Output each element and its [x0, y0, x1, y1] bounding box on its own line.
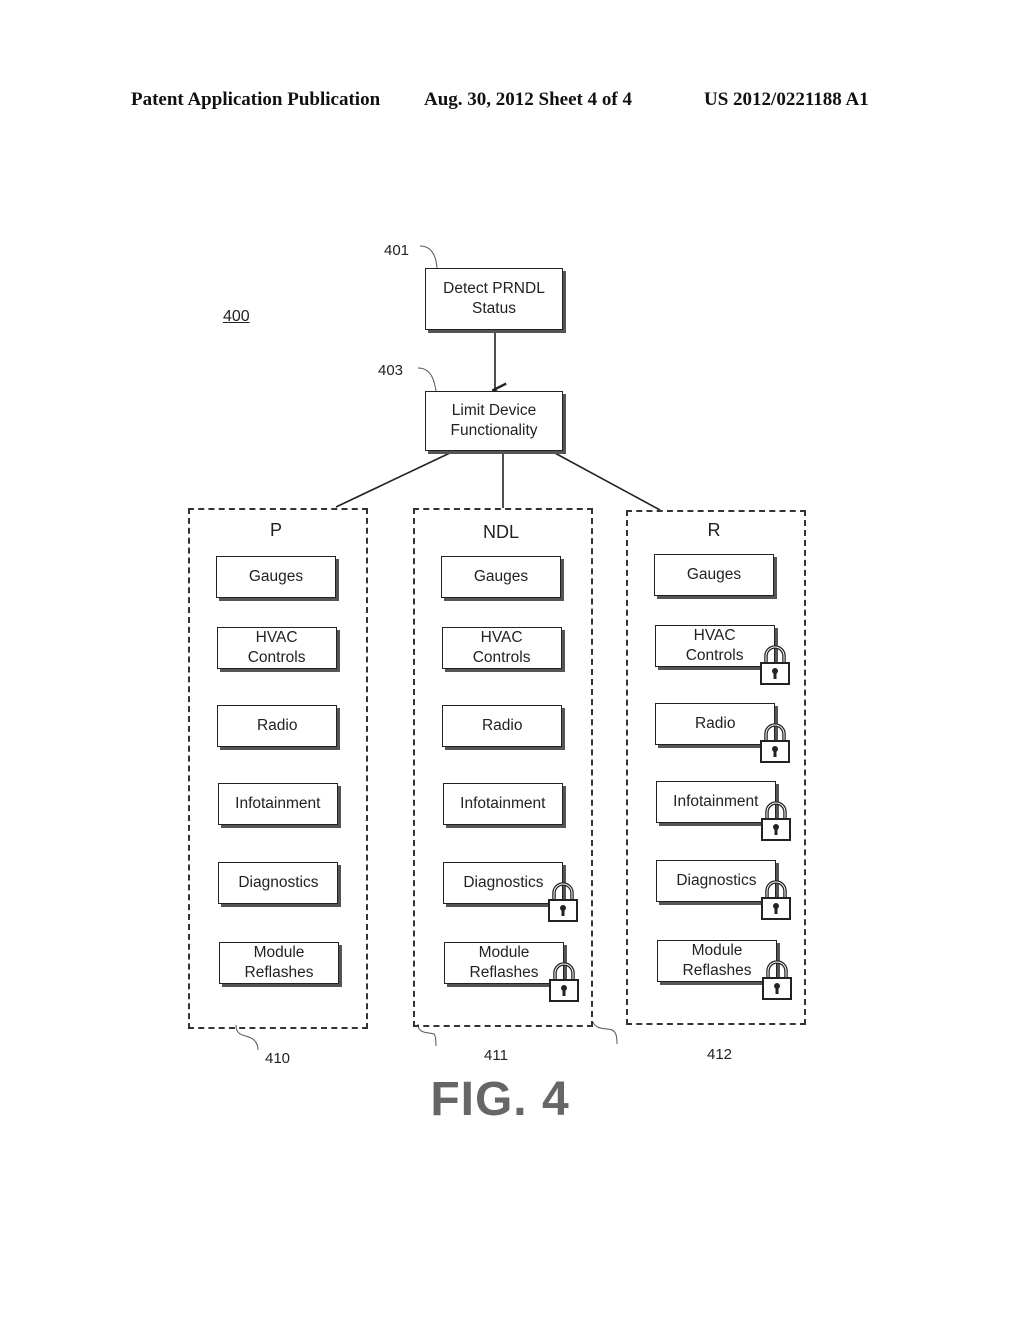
function-label-line1: HVAC: [693, 627, 736, 644]
lock-icon: [759, 721, 791, 763]
ref-403: 403: [378, 362, 404, 379]
figure-caption: FIG. 4: [430, 1073, 570, 1126]
limit-device-functionality-box: Limit Device Functionality: [425, 391, 563, 451]
function-label-line1: Gauges: [248, 568, 304, 585]
leader-412: [592, 1021, 618, 1045]
function-label-line2: Reflashes: [244, 964, 314, 981]
function-box-diagnostics: Diagnostics: [656, 860, 777, 902]
function-label-line1: Radio: [694, 715, 736, 732]
function-box-diagnostics: Diagnostics: [218, 862, 339, 904]
group-ref: 410: [265, 1050, 291, 1067]
function-label-line1: HVAC: [255, 629, 298, 646]
function-label-line1: Gauges: [473, 568, 529, 585]
lock-icon: [759, 643, 791, 685]
function-box-diagnostics: Diagnostics: [443, 862, 564, 904]
function-label-line1: Module: [691, 942, 743, 959]
function-label-line1: Radio: [256, 717, 298, 734]
function-label-line1: HVAC: [480, 629, 523, 646]
step-label-line1: Limit Device: [451, 402, 537, 419]
lock-icon: [547, 880, 579, 922]
function-label-line1: Gauges: [686, 566, 742, 583]
function-label-line2: Controls: [685, 647, 744, 664]
branch-to-r: [552, 451, 661, 511]
function-box-infotainment: Infotainment: [655, 781, 776, 823]
function-box-infotainment: Infotainment: [442, 783, 563, 825]
step-label-line1: Detect PRNDL: [443, 280, 545, 297]
function-box-module: Module Reflashes: [219, 942, 339, 984]
function-box-hvac: HVAC Controls: [216, 627, 337, 669]
lock-icon: [760, 799, 792, 841]
function-label-line1: Module: [253, 944, 305, 961]
function-label-line1: Diagnostics: [238, 874, 319, 891]
detect-prndl-status-box: Detect PRNDL Status: [425, 268, 563, 330]
leader-401: [419, 245, 438, 269]
function-box-gauges: Gauges: [216, 556, 336, 598]
branch-to-p: [335, 451, 453, 508]
function-label-line1: Module: [478, 944, 530, 961]
lock-icon: [760, 878, 792, 920]
function-label-line1: Diagnostics: [463, 874, 544, 891]
figure-ref-400: 400: [223, 308, 250, 325]
function-box-infotainment: Infotainment: [217, 783, 338, 825]
function-label-line2: Reflashes: [469, 964, 539, 981]
function-label-line2: Controls: [247, 649, 306, 666]
group-title: P: [269, 520, 282, 540]
leader-403: [417, 367, 437, 392]
function-box-module: Module Reflashes: [444, 942, 564, 984]
lock-icon: [548, 960, 580, 1002]
function-label-line1: Infotainment: [460, 795, 546, 812]
function-box-radio: Radio: [655, 703, 776, 745]
function-label-line1: Infotainment: [673, 793, 759, 810]
function-label-line2: Reflashes: [682, 962, 752, 979]
function-box-hvac: HVAC Controls: [441, 627, 562, 669]
group-title: NDL: [482, 522, 519, 542]
ref-401: 401: [384, 242, 410, 259]
function-box-gauges: Gauges: [654, 554, 774, 596]
function-box-radio: Radio: [217, 705, 338, 747]
group-title: R: [707, 520, 721, 540]
function-box-module: Module Reflashes: [657, 940, 777, 982]
lock-icon: [761, 958, 793, 1000]
function-label-line1: Radio: [481, 717, 523, 734]
function-box-hvac: HVAC Controls: [654, 625, 775, 667]
function-box-radio: Radio: [442, 705, 563, 747]
leader-411: [417, 1023, 437, 1047]
group-ref: 411: [484, 1047, 508, 1064]
step-label-line2: Functionality: [450, 422, 538, 439]
function-box-gauges: Gauges: [441, 556, 561, 598]
step-label-line2: Status: [472, 300, 516, 317]
group-ref: 412: [707, 1046, 733, 1063]
function-label-line2: Controls: [472, 649, 531, 666]
function-label-line1: Diagnostics: [676, 872, 757, 889]
function-label-line1: Infotainment: [235, 795, 321, 812]
